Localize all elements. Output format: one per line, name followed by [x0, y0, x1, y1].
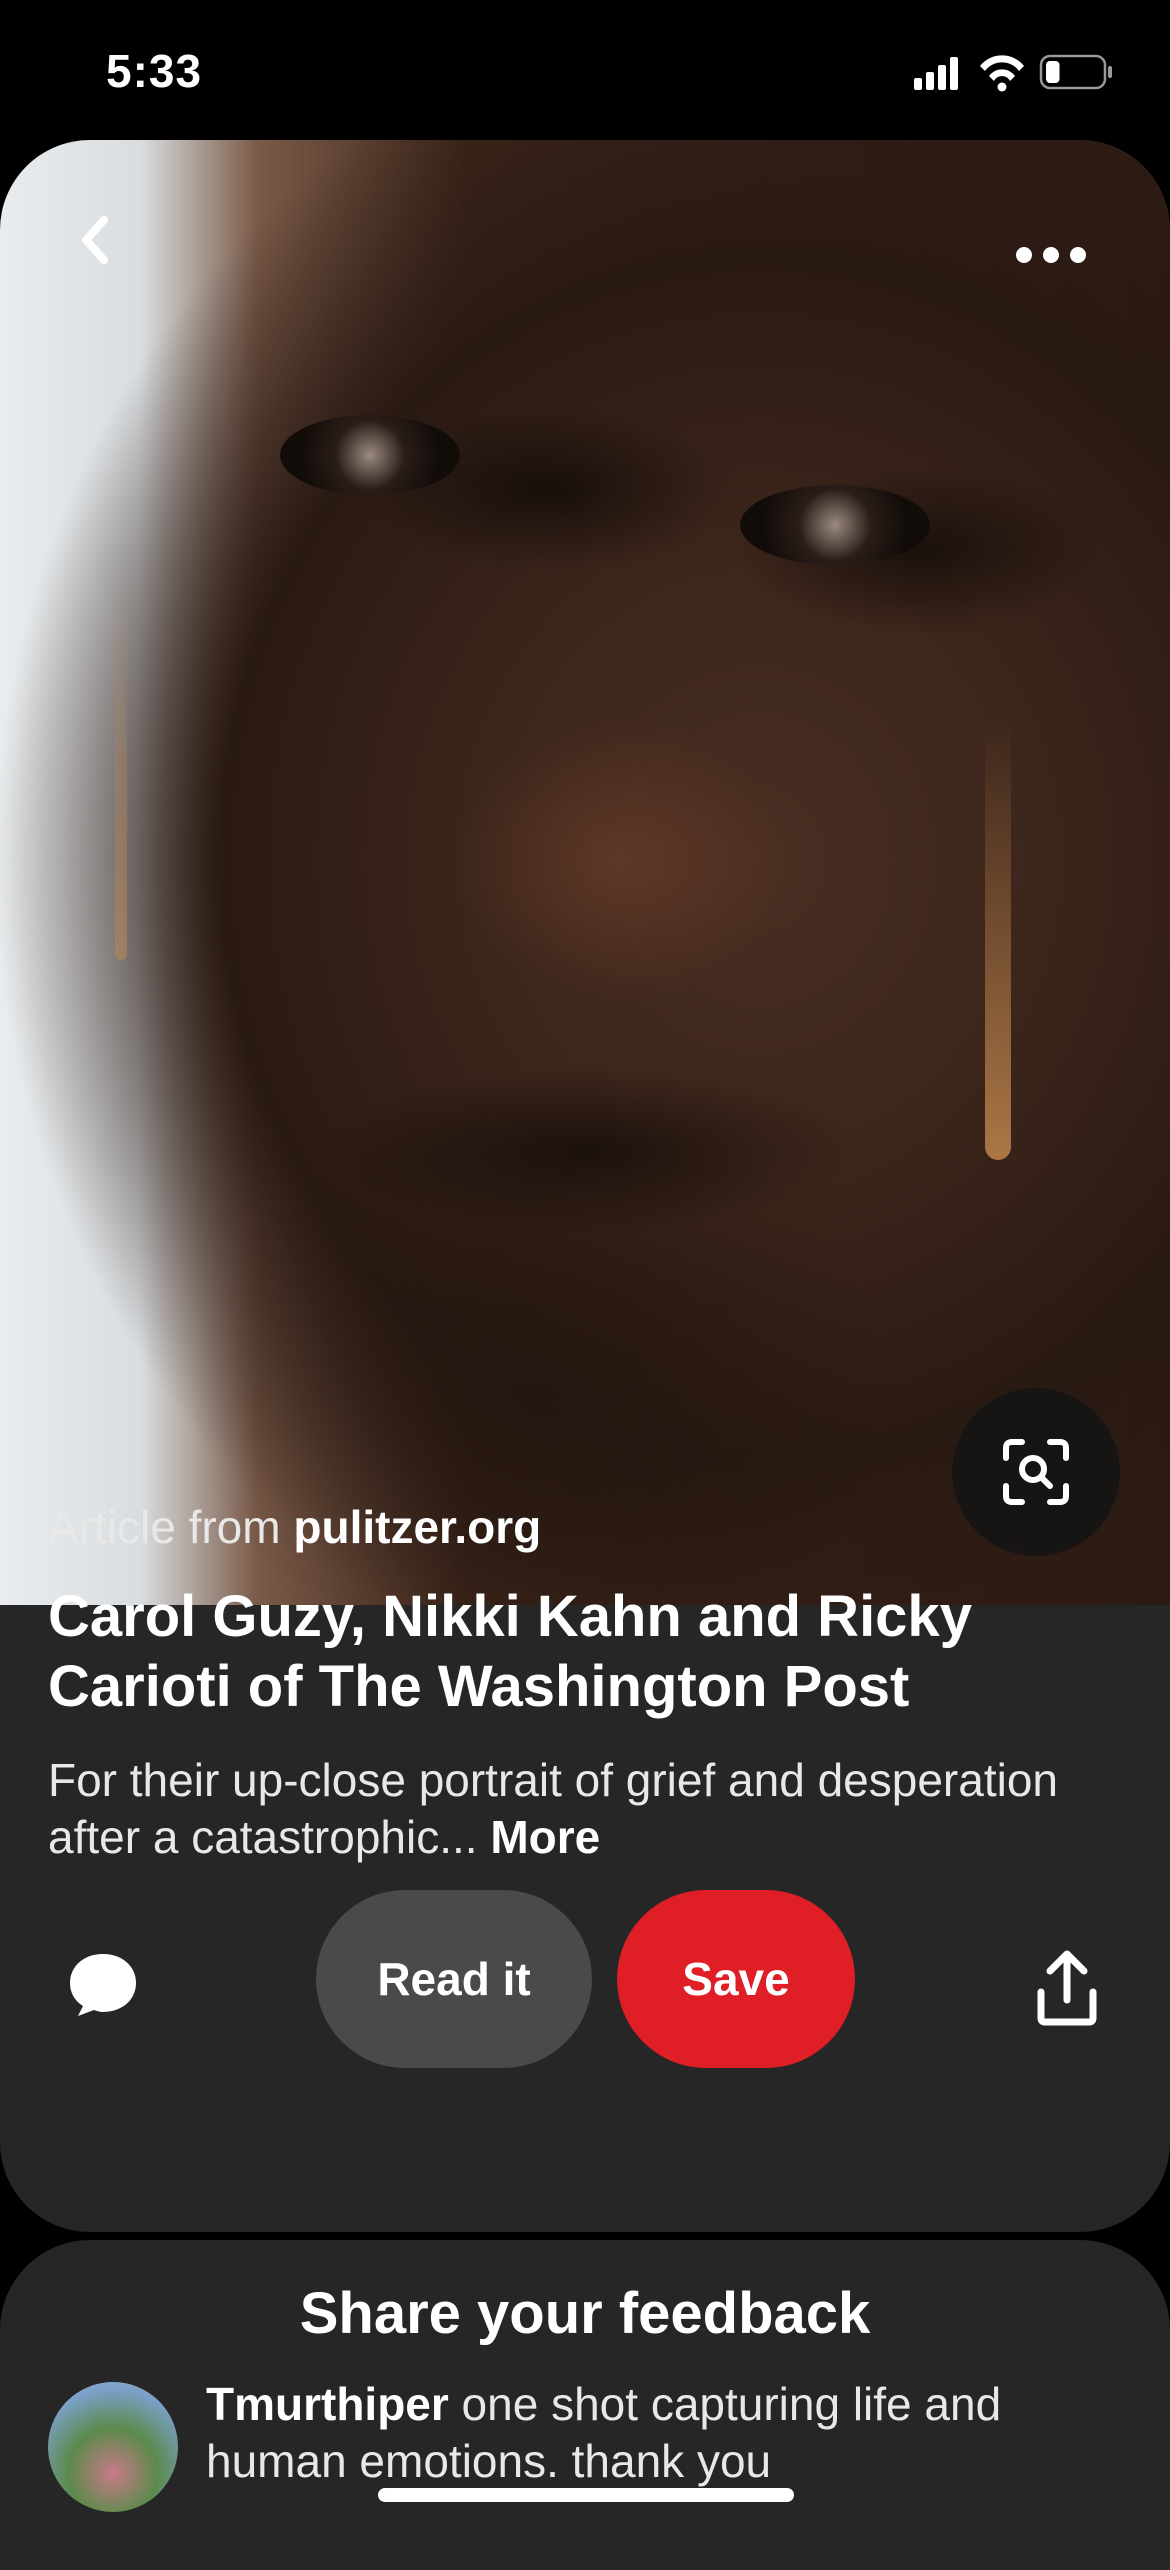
comment-icon[interactable] [66, 1950, 140, 2020]
feedback-title: Share your feedback [299, 2281, 871, 2346]
avatar[interactable] [48, 2382, 178, 2512]
save-button[interactable]: Save [617, 1890, 855, 2068]
feedback-card: Share your feedback Tmurthiper one shot … [0, 2240, 1170, 2570]
comment-text: Tmurthiper one shot capturing life and h… [206, 2378, 1002, 2487]
cellular-signal-icon [914, 57, 958, 90]
read-it-button[interactable]: Read it [316, 1890, 592, 2068]
battery-icon [1039, 54, 1112, 90]
share-icon[interactable] [1036, 1950, 1098, 2026]
comment-user[interactable]: Tmurthiper [206, 2378, 449, 2430]
visual-search-icon [1003, 1439, 1069, 1505]
home-indicator[interactable] [378, 2488, 794, 2502]
pin-image[interactable] [0, 140, 1170, 1605]
pin-description: For their up-close portrait of grief and… [48, 1754, 1058, 1863]
pin-title: Carol Guzy, Nikki Kahn and Ricky Carioti… [48, 1584, 972, 1719]
pin-info: Article from pulitzer.org Carol Guzy, Ni… [48, 1500, 1118, 1866]
source-domain[interactable]: pulitzer.org [293, 1501, 541, 1553]
chevron-left-icon[interactable] [60, 200, 140, 280]
status-icons [914, 54, 1112, 92]
more-link[interactable]: More [490, 1811, 600, 1863]
pin-source[interactable]: Article from pulitzer.org [48, 1500, 1118, 1554]
ellipsis-icon[interactable] [1006, 230, 1096, 280]
pin-card [0, 140, 1170, 2232]
status-time: 5:33 [106, 45, 203, 97]
wifi-icon [980, 55, 1024, 92]
status-bar: 5:33 [0, 0, 1170, 140]
